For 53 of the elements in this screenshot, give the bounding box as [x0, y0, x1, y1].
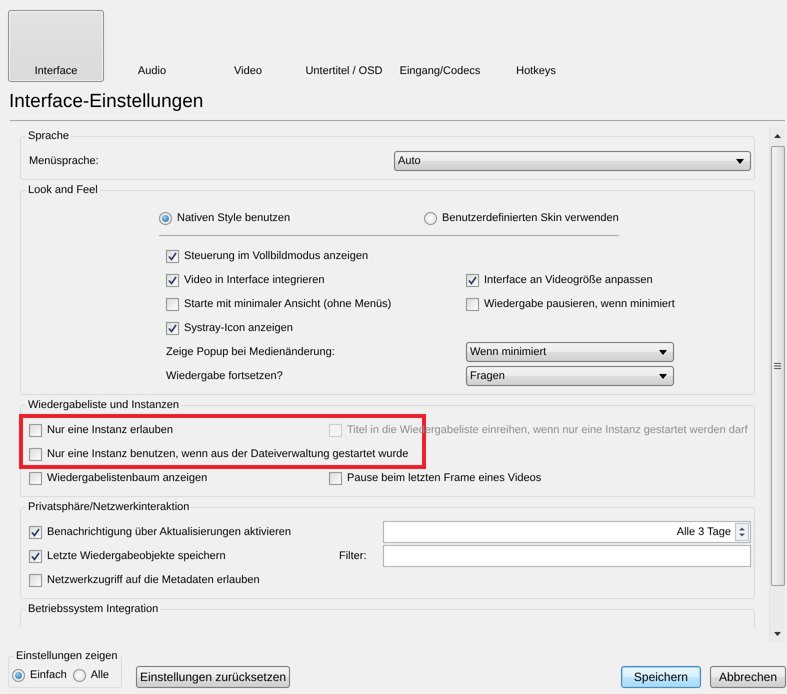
checkbox-option[interactable]: Wiedergabe pausieren, wenn minimiert	[466, 296, 674, 312]
page-title: Interface-Einstellungen	[9, 90, 204, 114]
filter-field[interactable]	[383, 545, 751, 567]
spin-field[interactable]: Alle 3 Tage	[383, 521, 751, 543]
scroll-thumb[interactable]	[770, 146, 784, 586]
field-label: Zeige Popup bei Medienänderung:	[166, 344, 336, 360]
checkbox-option[interactable]: Benachrichtigung über Aktualisierungen aktivieren	[29, 524, 339, 540]
dropdown[interactable]: Wenn minimiert	[466, 342, 674, 362]
caret-icon	[736, 158, 744, 164]
spin-buttons[interactable]	[735, 523, 749, 541]
checkbox-option[interactable]: Steuerung im Vollbildmodus anzeigen	[166, 248, 466, 264]
radio-option[interactable]: Nativen Style benutzen	[159, 210, 424, 226]
checkbox-option[interactable]: Interface an Videogröße anpassen	[466, 272, 674, 288]
caret-icon	[659, 374, 667, 378]
dropdown[interactable]: Auto	[394, 151, 751, 171]
caret-icon	[659, 350, 667, 354]
checkbox-option[interactable]: Starte mit minimaler Ansicht (ohne Menüs)	[166, 296, 466, 312]
category-tab[interactable]: Audio	[104, 10, 200, 82]
checkbox-option[interactable]: Nur eine Instanz benutzen, wenn aus der Dateiverwaltung gestartet wurde	[29, 446, 759, 462]
save-button[interactable]: Speichern	[620, 666, 701, 688]
checkbox-option[interactable]: Netzwerkzugriff auf die Metadaten erlauben	[29, 572, 339, 588]
category-tab[interactable]: Interface	[8, 10, 104, 82]
checkmark-icon	[168, 252, 177, 260]
scrollbar[interactable]	[769, 128, 785, 642]
checkmark-icon	[168, 276, 177, 284]
category-tab[interactable]: Video	[200, 10, 296, 82]
category-tab[interactable]: Untertitel / OSD	[296, 10, 392, 82]
group-title: Einstellungen zeigen	[14, 649, 120, 663]
checkbox-option[interactable]: Pause beim letzten Frame eines Videos	[329, 470, 759, 486]
checkbox-option[interactable]: Video in Interface integrieren	[166, 272, 466, 288]
dropdown[interactable]: Fragen	[466, 366, 674, 386]
radio-option[interactable]: Alle	[72, 667, 110, 684]
radio-option[interactable]: Benutzerdefinierten Skin verwenden	[424, 210, 624, 226]
group-title: Privatsphäre/Netzwerkinteraktion	[26, 500, 192, 514]
checkmark-icon	[31, 552, 40, 560]
checkbox-option[interactable]: Systray-Icon anzeigen	[166, 320, 466, 336]
category-tab[interactable]: Eingang/Codecs	[392, 10, 488, 82]
reset-button[interactable]: Einstellungen zurücksetzen	[136, 666, 290, 688]
field-label: Filter:	[339, 548, 368, 564]
group-title: Sprache	[26, 129, 71, 143]
checkmark-icon	[468, 276, 477, 284]
radio-option[interactable]: Einfach	[12, 667, 67, 684]
category-tab[interactable]: Hotkeys	[488, 10, 584, 82]
field-label: Menüsprache:	[29, 154, 100, 169]
checkbox-option[interactable]: Wiedergabelistenbaum anzeigen	[29, 470, 329, 486]
group-title: Wiedergabeliste und Instanzen	[26, 398, 182, 412]
checkbox-option[interactable]: Nur eine Instanz erlauben	[29, 422, 329, 438]
cancel-button[interactable]: Abbrechen	[710, 666, 786, 688]
field-label: Wiedergabe fortsetzen?	[166, 368, 284, 384]
checkmark-icon	[168, 324, 177, 332]
checkbox-option[interactable]: Letzte Wiedergabeobjekte speichern	[29, 548, 339, 564]
checkmark-icon	[31, 528, 40, 536]
group-title: Betriebssystem Integration	[26, 602, 160, 616]
